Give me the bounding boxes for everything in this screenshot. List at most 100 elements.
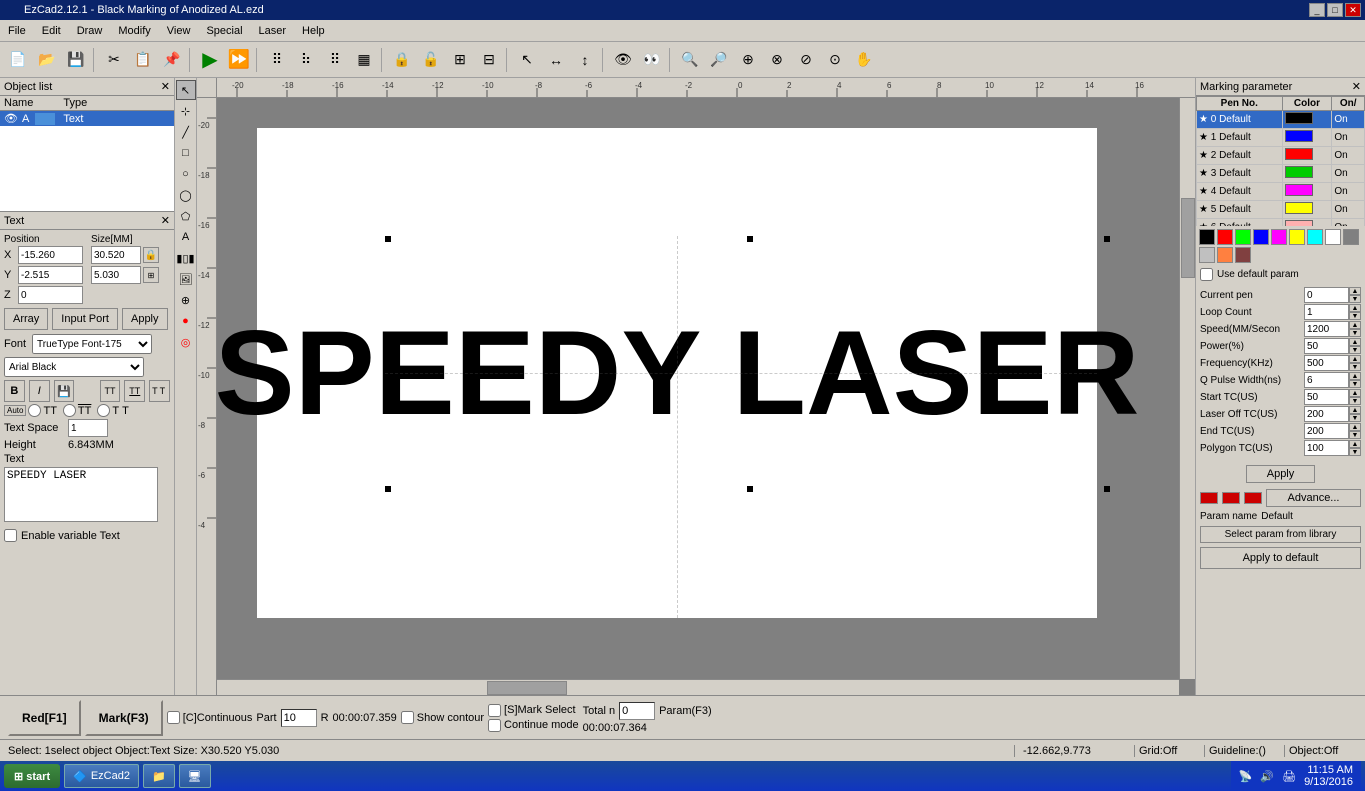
width-input[interactable] [91, 246, 141, 264]
taskbar-desktop[interactable]: 🖥 [179, 764, 211, 788]
handle-bl[interactable] [385, 486, 391, 492]
object-row[interactable]: 👁 A Text [0, 111, 174, 126]
eye-btn[interactable]: 👁 [609, 46, 637, 74]
line-tool[interactable]: ╱ [176, 122, 196, 142]
radio-tt3[interactable] [97, 404, 110, 417]
qpulse-up[interactable]: ▲ [1349, 372, 1361, 380]
param-apply-btn[interactable]: Apply [1246, 465, 1316, 483]
cursor-tool[interactable]: ↖ [513, 46, 541, 74]
red-laser2-tool[interactable]: ◎ [176, 332, 196, 352]
font-type-select[interactable]: TrueType Font-175 [32, 334, 152, 354]
red-laser-tool[interactable]: ● [176, 311, 196, 331]
menu-modify[interactable]: Modify [110, 23, 158, 39]
power-up[interactable]: ▲ [1349, 338, 1361, 346]
laseroff-input[interactable] [1304, 406, 1349, 422]
adv-icon-1[interactable] [1200, 492, 1218, 504]
x-input[interactable] [18, 246, 83, 264]
qpulse-down[interactable]: ▼ [1349, 380, 1361, 388]
palette-red[interactable] [1217, 229, 1233, 245]
pen-row-1[interactable]: ★ 1 Default On [1197, 129, 1365, 147]
handle-tl[interactable] [385, 236, 391, 242]
select-tool[interactable]: ↖ [176, 80, 196, 100]
power-down[interactable]: ▼ [1349, 346, 1361, 354]
pen-row-2[interactable]: ★ 2 Default On [1197, 147, 1365, 165]
speed-down[interactable]: ▼ [1349, 329, 1361, 337]
close-btn[interactable]: ✕ [1345, 3, 1361, 17]
zoom-tool[interactable]: ⊕ [176, 290, 196, 310]
laseroff-up[interactable]: ▲ [1349, 406, 1361, 414]
z-input[interactable] [18, 286, 83, 304]
node-tool[interactable]: ⊹ [176, 101, 196, 121]
menu-view[interactable]: View [159, 23, 199, 39]
starttc-down[interactable]: ▼ [1349, 397, 1361, 405]
height-input[interactable] [91, 266, 141, 284]
poly-tool[interactable]: ⬠ [176, 206, 196, 226]
mark-green-btn[interactable]: ▶ [196, 46, 224, 74]
save-btn[interactable]: 💾 [62, 46, 90, 74]
total-n-input[interactable] [619, 702, 655, 720]
text-align3[interactable]: TT [149, 380, 170, 402]
show-contour-check[interactable] [401, 711, 414, 724]
loop-count-input[interactable] [1304, 304, 1349, 320]
zoom-fit-btn[interactable]: ⊕ [734, 46, 762, 74]
power-input[interactable] [1304, 338, 1349, 354]
cut-btn[interactable]: ✂ [100, 46, 128, 74]
menu-laser[interactable]: Laser [251, 23, 295, 39]
zoom-out-btn[interactable]: 🔍 [676, 46, 704, 74]
start-button[interactable]: ⊞ start [4, 764, 60, 788]
bold-btn[interactable]: B [4, 380, 25, 402]
dot-grid3-btn[interactable]: ⠿ [321, 46, 349, 74]
hatch-btn[interactable]: ▦ [350, 46, 378, 74]
ellipse-tool[interactable]: ◯ [176, 185, 196, 205]
frequency-input[interactable] [1304, 355, 1349, 371]
mark-btn[interactable]: Mark(F3) [85, 700, 163, 736]
starttc-input[interactable] [1304, 389, 1349, 405]
paste-btn[interactable]: 📌 [158, 46, 186, 74]
copy-btn[interactable]: 📋 [129, 46, 157, 74]
palette-blue[interactable] [1253, 229, 1269, 245]
unlock-btn[interactable]: 🔓 [417, 46, 445, 74]
flip-v-btn[interactable]: ↕ [571, 46, 599, 74]
save-font-btn[interactable]: 💾 [54, 380, 75, 402]
starttc-up[interactable]: ▲ [1349, 389, 1361, 397]
palette-brown[interactable] [1235, 247, 1251, 263]
pen-row-5[interactable]: ★ 5 Default On [1197, 201, 1365, 219]
frequency-down[interactable]: ▼ [1349, 363, 1361, 371]
text-scrollbar[interactable] [157, 467, 170, 522]
endtc-down[interactable]: ▼ [1349, 431, 1361, 439]
polygontc-up[interactable]: ▲ [1349, 440, 1361, 448]
h-scrollbar[interactable] [217, 679, 1179, 695]
handle-tr[interactable] [1104, 236, 1110, 242]
zoom-pan-btn[interactable]: ✋ [850, 46, 878, 74]
object-list-close[interactable]: ✕ [161, 80, 170, 93]
v-scrollbar-thumb[interactable] [1181, 198, 1195, 278]
palette-black[interactable] [1199, 229, 1215, 245]
barcode-tool[interactable]: ▮▯▮ [176, 248, 196, 268]
menu-draw[interactable]: Draw [69, 23, 111, 39]
zoom-prev-btn[interactable]: ⊘ [792, 46, 820, 74]
text-area[interactable]: SPEEDY LASER [4, 467, 159, 522]
lock-aspect-btn[interactable]: 🔒 [143, 247, 159, 263]
palette-magenta[interactable] [1271, 229, 1287, 245]
handle-br[interactable] [1104, 486, 1110, 492]
maximize-btn[interactable]: □ [1327, 3, 1343, 17]
speed-up[interactable]: ▲ [1349, 321, 1361, 329]
palette-orange[interactable] [1217, 247, 1233, 263]
current-pen-input[interactable] [1304, 287, 1349, 303]
input-port-btn[interactable]: Input Port [52, 308, 118, 330]
palette-green[interactable] [1235, 229, 1251, 245]
menu-special[interactable]: Special [198, 23, 250, 39]
pen-row-4[interactable]: ★ 4 Default On [1197, 183, 1365, 201]
zoom-next-btn[interactable]: ⊙ [821, 46, 849, 74]
handle-tm[interactable] [747, 236, 753, 242]
text-tool[interactable]: A [176, 227, 196, 247]
dot-grid2-btn[interactable]: ⠷ [292, 46, 320, 74]
current-pen-up[interactable]: ▲ [1349, 287, 1361, 295]
frequency-up[interactable]: ▲ [1349, 355, 1361, 363]
use-default-check[interactable] [1200, 268, 1213, 281]
menu-edit[interactable]: Edit [34, 23, 69, 39]
v-scrollbar[interactable] [1179, 98, 1195, 679]
rect-tool[interactable]: □ [176, 143, 196, 163]
taskbar-explorer[interactable]: 📁 [143, 764, 175, 788]
select-param-btn[interactable]: Select param from library [1200, 526, 1361, 543]
